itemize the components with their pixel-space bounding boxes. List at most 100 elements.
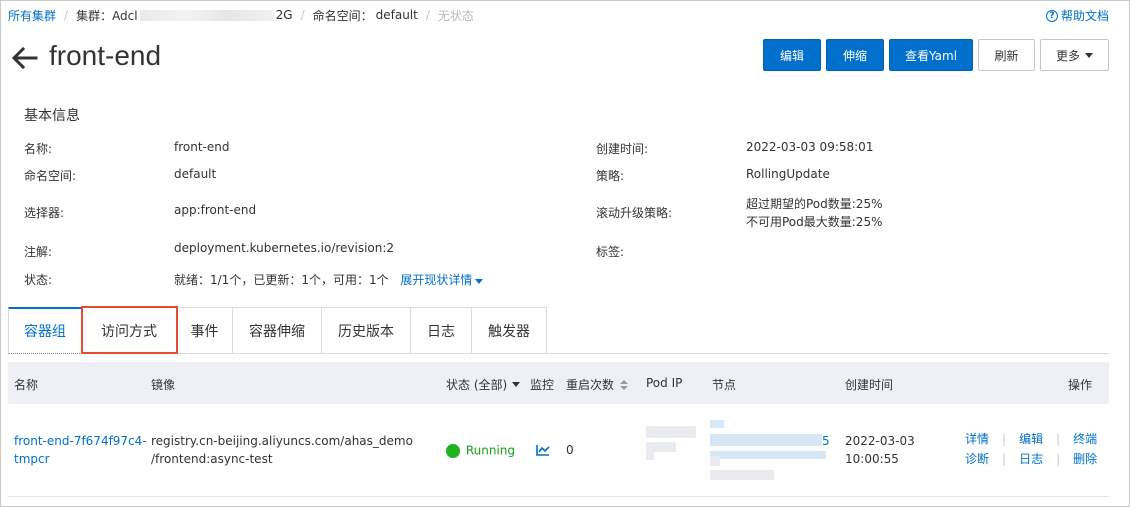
strategy-label: 策略: (596, 169, 625, 183)
tags-label: 标签: (596, 245, 625, 259)
namespace-label: 命名空间: (24, 169, 77, 183)
tab-logs[interactable]: 日志 (411, 307, 472, 354)
breadcrumb-status: 无状态 (437, 8, 474, 23)
node-suffix[interactable]: 5 (822, 432, 830, 450)
row-actions: 详情 | 编辑 | 终端 诊断 | 日志 | 删除 (965, 430, 1097, 468)
tab-history-versions[interactable]: 历史版本 (322, 307, 411, 354)
status-label: 状态: (24, 273, 53, 287)
basic-info-title: 基本信息 (24, 108, 80, 124)
redacted-pod-ip (646, 426, 696, 438)
pod-status: Running (446, 441, 515, 460)
refresh-button[interactable]: 刷新 (978, 39, 1035, 71)
pod-restart-count: 0 (566, 443, 574, 457)
selector-value: app:front-end (174, 203, 257, 217)
status-value: 就绪：1/1个，已更新：1个，可用：1个 (174, 273, 389, 287)
log-link[interactable]: 日志 (1019, 452, 1043, 466)
divider: | (1002, 432, 1007, 446)
strategy-value: RollingUpdate (746, 167, 830, 181)
toolbar: 编辑 伸缩 查看Yaml 刷新 更多 (763, 39, 1109, 71)
redacted-cluster-name (139, 9, 274, 21)
breadcrumb: 所有集群 / 集群：Adcl 2G / 命名空间： default / 无状态 (8, 7, 474, 23)
pod-image: registry.cn-beijing.aliyuncs.com/ahas_de… (151, 432, 413, 468)
column-header-node: 节点 (712, 378, 737, 392)
table-row: front-end-7f674f97c4- tmpcr registry.cn-… (8, 404, 1109, 497)
view-yaml-button[interactable]: 查看Yaml (889, 39, 973, 71)
selector-label: 选择器: (24, 206, 65, 220)
delete-link[interactable]: 删除 (1073, 452, 1097, 466)
help-docs-link[interactable]: ? 帮助文档 (1045, 7, 1109, 24)
pod-name-line-1: front-end-7f674f97c4- (14, 434, 147, 448)
more-dropdown-button[interactable]: 更多 (1040, 39, 1109, 71)
back-arrow-icon[interactable] (11, 42, 39, 74)
pods-table-header: 名称 镜像 状态 (全部) 监控 重启次数 Pod IP 节点 创建时间 操作 (8, 362, 1109, 404)
breadcrumb-cluster: 集群：Adcl (76, 8, 138, 23)
chevron-down-icon (1085, 52, 1093, 58)
more-label: 更多 (1055, 48, 1080, 63)
created-label: 创建时间: (596, 142, 649, 156)
redacted-pod-ip (646, 452, 654, 460)
tab-autoscaling[interactable]: 容器伸缩 (233, 307, 322, 354)
edit-link[interactable]: 编辑 (1019, 432, 1043, 446)
page-title: front-end (49, 40, 162, 71)
rolling-update-max-surge: 超过期望的Pod数量:25% (746, 197, 883, 211)
running-status-icon (446, 443, 460, 458)
tab-triggers[interactable]: 触发器 (472, 307, 547, 354)
column-header-name: 名称 (14, 378, 39, 392)
pod-created-time: 2022-03-03 10:00:55 (845, 432, 915, 468)
detail-tabs: 容器组 访问方式 事件 容器伸缩 历史版本 日志 触发器 (8, 307, 547, 354)
pod-status-text: Running (465, 443, 515, 458)
question-circle-icon: ? (1045, 9, 1058, 22)
tab-baseline (546, 353, 1109, 354)
redacted-node (710, 451, 826, 459)
restarts-label: 重启次数 (566, 378, 615, 392)
created-value: 2022-03-03 09:58:01 (746, 140, 874, 154)
pod-created-clock: 10:00:55 (845, 452, 899, 466)
sort-icon (620, 379, 629, 390)
breadcrumb-all-clusters[interactable]: 所有集群 (8, 7, 56, 24)
redacted-pod-ip (646, 442, 676, 452)
divider: | (1056, 452, 1061, 466)
tab-events[interactable]: 事件 (177, 307, 233, 354)
redacted-node (710, 434, 822, 446)
rolling-update-max-unavailable: 不可用Pod最大数量:25% (746, 215, 883, 229)
breadcrumb-cluster-suffix: 2G (275, 8, 293, 22)
column-header-restarts[interactable]: 重启次数 (566, 376, 629, 393)
pod-image-line-1: registry.cn-beijing.aliyuncs.com/ahas_de… (151, 434, 413, 448)
breadcrumb-separator: / (64, 8, 69, 22)
tab-access-method[interactable]: 访问方式 (82, 307, 177, 354)
status-filter-label: 状态 (全部) (446, 378, 508, 392)
namespace-value: default (174, 167, 217, 181)
expand-status-details-link[interactable]: 展开现状详情 (400, 273, 484, 287)
pod-name-link[interactable]: front-end-7f674f97c4- tmpcr (14, 432, 147, 468)
redacted-node (710, 456, 720, 466)
diagnose-link[interactable]: 诊断 (965, 452, 989, 466)
rolling-update-label: 滚动升级策略: (596, 206, 673, 220)
column-header-pod-ip: Pod IP (646, 376, 683, 390)
scale-button[interactable]: 伸缩 (826, 39, 884, 71)
edit-button[interactable]: 编辑 (763, 39, 821, 71)
terminal-link[interactable]: 终端 (1073, 432, 1097, 446)
column-header-created: 创建时间 (845, 378, 894, 392)
caret-down-icon (512, 382, 521, 387)
name-value: front-end (174, 140, 230, 154)
breadcrumb-separator: / (300, 8, 305, 22)
annotation-label: 注解: (24, 245, 53, 259)
detail-link[interactable]: 详情 (965, 432, 989, 446)
column-header-monitor: 监控 (530, 378, 555, 392)
tab-pods[interactable]: 容器组 (8, 307, 82, 354)
divider: | (1002, 452, 1007, 466)
redacted-node (710, 420, 724, 428)
breadcrumb-namespace-label: 命名空间： (312, 8, 373, 23)
help-label: 帮助文档 (1060, 9, 1109, 23)
caret-down-icon (475, 279, 484, 284)
pod-created-date: 2022-03-03 (845, 434, 915, 448)
pod-image-line-2: /frontend:async-test (151, 452, 273, 466)
status-value-row: 就绪：1/1个，已更新：1个，可用：1个 展开现状详情 (174, 271, 484, 288)
redacted-node (710, 470, 774, 480)
pod-name-line-2: tmpcr (14, 452, 50, 466)
breadcrumb-separator: / (425, 8, 430, 22)
column-header-actions: 操作 (1068, 378, 1093, 392)
column-header-status[interactable]: 状态 (全部) (446, 376, 521, 393)
column-header-image: 镜像 (151, 378, 176, 392)
monitor-chart-icon[interactable] (536, 444, 550, 456)
